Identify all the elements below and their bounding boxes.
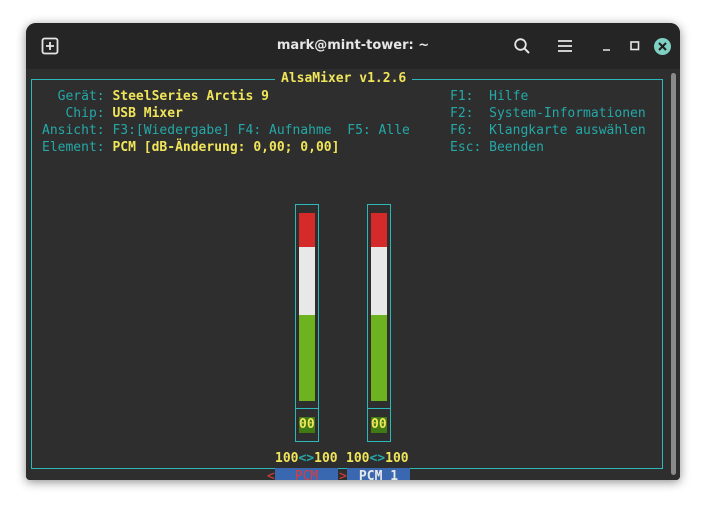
terminal-area[interactable]: AlsaMixer v1.2.6 Gerät: SteelSeries Arct… [26,69,680,480]
mute-indicator: 00 [371,417,387,433]
info-line-device: Gerät: SteelSeries Arctis 9 [42,88,269,105]
help-key: Esc: [450,140,482,155]
meter-green-segment [371,315,387,401]
help-line: F6: Klangkarte auswählen [450,122,646,139]
info-line-chip: Chip: USB Mixer [42,105,183,122]
terminal-window: mark@mint-tower: ~ AlsaMixer v1.2.6 Gerä… [26,23,680,480]
meter-green-segment [299,315,315,401]
info-value: PCM [dB-Änderung: 0,00; 0,00] [112,140,340,155]
minimize-icon[interactable] [598,37,616,55]
info-label: Element: [42,140,105,155]
help-action: Beenden [489,140,544,155]
selector-right: > [339,469,347,480]
alsamixer-title: AlsaMixer v1.2.6 [275,71,413,87]
volume-separator: <> [298,451,315,466]
info-value: USB Mixer [112,106,183,121]
help-action: Hilfe [489,89,529,104]
meter-white-segment [299,247,315,315]
info-label: Ansicht: [42,123,105,138]
close-button[interactable] [654,38,671,55]
volume-right: 100 [314,451,338,466]
volume-values-pcm: 100<>100 [275,451,338,467]
title-bar: mark@mint-tower: ~ [26,23,680,69]
volume-separator: <> [369,451,386,466]
mute-box-pcm-1[interactable]: 00 [367,408,391,442]
help-line: F2: System-Informationen [450,105,646,122]
help-key: F1: [450,89,474,104]
meter-red-segment [371,213,387,247]
volume-right: 100 [385,451,409,466]
info-line-view: Ansicht: F3:[Wiedergabe] F4: Aufnahme F5… [42,122,410,139]
scrollbar[interactable] [671,73,676,475]
help-line: Esc: Beenden [450,139,544,156]
info-line-element: Element: PCM [dB-Änderung: 0,00; 0,00] [42,139,339,156]
help-line: F1: Hilfe [450,88,528,105]
volume-meter-pcm-1[interactable] [367,204,391,409]
meter-white-segment [371,247,387,315]
close-icon [658,42,667,51]
channel-label-pcm-1[interactable]: PCM 1 [347,468,410,480]
hamburger-menu-icon[interactable] [556,37,574,55]
help-key: F6: [450,123,474,138]
volume-values-pcm-1: 100<>100 [346,451,409,467]
mute-box-pcm[interactable]: 00 [295,408,319,442]
help-action: System-Informationen [489,106,646,121]
volume-left: 100 [346,451,370,466]
view-options[interactable]: F3:[Wiedergabe] F4: Aufnahme F5: Alle [112,123,409,138]
channel-label-pcm[interactable]: PCM [275,468,338,480]
window-title: mark@mint-tower: ~ [276,38,430,53]
maximize-icon[interactable] [626,37,644,55]
help-action: Klangkarte auswählen [489,123,646,138]
info-label: Chip: [42,106,105,121]
help-key: F2: [450,106,474,121]
volume-meter-pcm[interactable] [295,204,319,409]
selector-left: < [267,469,275,480]
mute-indicator: 00 [299,417,315,433]
info-value: SteelSeries Arctis 9 [112,89,269,104]
meter-red-segment [299,213,315,247]
info-label: Gerät: [42,89,105,104]
volume-left: 100 [275,451,299,466]
search-icon[interactable] [513,37,531,55]
